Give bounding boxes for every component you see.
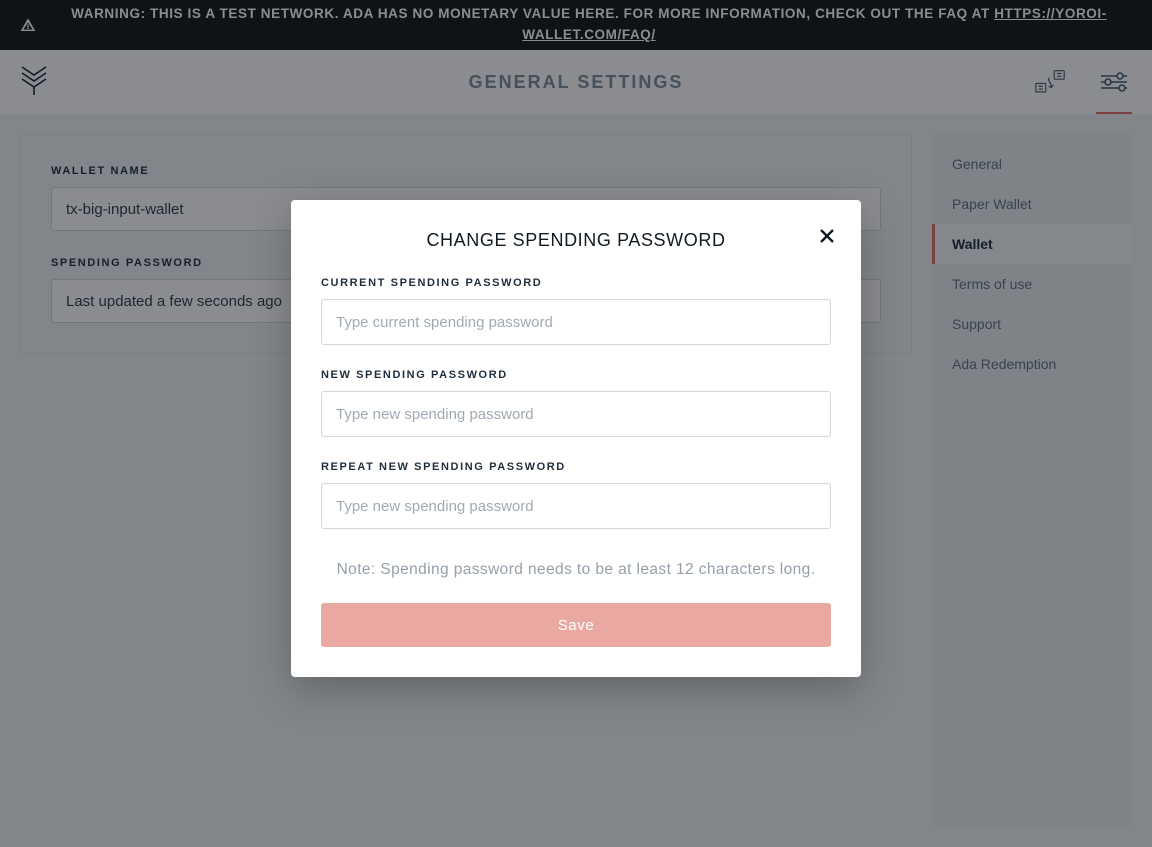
save-button[interactable]: Save [321, 603, 831, 647]
current-password-input[interactable] [321, 299, 831, 345]
repeat-password-input[interactable] [321, 483, 831, 529]
current-password-label: CURRENT SPENDING PASSWORD [321, 277, 831, 289]
modal-overlay[interactable]: CHANGE SPENDING PASSWORD CURRENT SPENDIN… [0, 0, 1152, 847]
new-password-label: NEW SPENDING PASSWORD [321, 369, 831, 381]
modal-title: CHANGE SPENDING PASSWORD [321, 230, 831, 251]
new-password-input[interactable] [321, 391, 831, 437]
change-spending-password-modal: CHANGE SPENDING PASSWORD CURRENT SPENDIN… [291, 200, 861, 677]
repeat-password-label: REPEAT NEW SPENDING PASSWORD [321, 461, 831, 473]
close-icon[interactable] [815, 224, 839, 248]
password-length-note: Note: Spending password needs to be at l… [321, 561, 831, 579]
